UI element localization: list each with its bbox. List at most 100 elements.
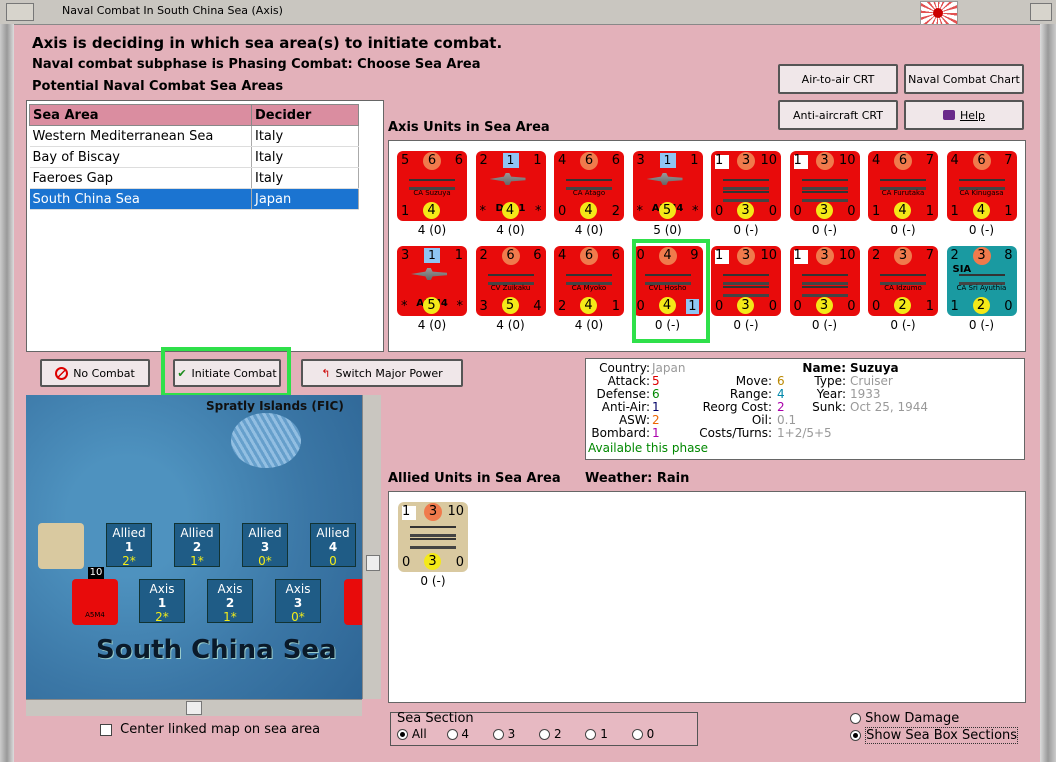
- table-row-selected[interactable]: South China Sea Japan: [29, 188, 359, 210]
- switch-major-power-button[interactable]: ↰ Switch Major Power: [301, 359, 463, 387]
- scroll-thumb[interactable]: [366, 555, 380, 571]
- checkbox[interactable]: [100, 723, 112, 736]
- axis-unit-counter[interactable]: 2 3 7 CA Idzumo 0 2 1: [868, 246, 938, 316]
- unit-caption: 4 (0): [417, 223, 447, 237]
- sea-area-table: Sea Area Decider Western Mediterranean S…: [29, 104, 359, 210]
- sea-area-map[interactable]: Spratly Islands (FIC) Allied 1 2* Allied 2 1…: [26, 395, 362, 699]
- show-boxes-option[interactable]: Show Sea Box Sections: [850, 727, 1019, 744]
- unit-bottom-right: 0: [847, 299, 856, 314]
- initiate-combat-button[interactable]: ✔ Initiate Combat: [173, 359, 281, 387]
- radio-button[interactable]: [631, 729, 643, 740]
- radio-label: All: [411, 727, 427, 741]
- axis-unit-counter[interactable]: 5 6 6 CA Suzuya 1 4: [397, 151, 467, 221]
- radio-all[interactable]: All: [397, 727, 427, 741]
- radio-button[interactable]: [539, 729, 551, 740]
- radio-button[interactable]: [585, 729, 597, 740]
- scroll-thumb[interactable]: [186, 701, 202, 715]
- unit-bottom-left: 0: [793, 299, 802, 314]
- column-header-decider[interactable]: Decider: [251, 104, 359, 126]
- radio-button[interactable]: [446, 729, 458, 740]
- radio-4[interactable]: 4: [446, 727, 469, 741]
- box-number: 2: [192, 540, 202, 554]
- unit-top-right: 7: [1004, 153, 1013, 168]
- ship-silhouette-icon: [410, 526, 456, 537]
- center-map-option[interactable]: Center linked map on sea area: [100, 722, 320, 737]
- box-label: Allied: [180, 526, 214, 540]
- unit-top-left: 2: [872, 248, 881, 263]
- unit-center-value: 1: [659, 153, 676, 168]
- attack-label: Attack:: [607, 374, 650, 388]
- unit-bottom-left: 0: [558, 204, 567, 219]
- unit-caption: 5 (0): [653, 223, 682, 237]
- unit-center-value: 3: [737, 152, 755, 170]
- box-value: 2*: [155, 610, 169, 624]
- map-axis-box-2[interactable]: Axis 2 1*: [207, 579, 253, 624]
- show-damage-option[interactable]: Show Damage: [850, 711, 959, 726]
- box-number: 3: [293, 596, 303, 610]
- window-close-button[interactable]: [1030, 3, 1052, 21]
- unit-bottom-right: 1: [611, 299, 620, 314]
- radio-3[interactable]: 3: [492, 727, 516, 741]
- ship-silhouette-icon: [723, 191, 769, 202]
- unit-bottom-right: *: [535, 204, 542, 219]
- map-horizontal-scrollbar[interactable]: [26, 699, 362, 716]
- help-button[interactable]: Help: [904, 100, 1024, 130]
- sea-section-label: Sea Section: [397, 711, 474, 726]
- checkmark-icon: ✔: [177, 366, 187, 380]
- axis-unit-counter[interactable]: 4 6 6 CA Myoko 2 4 1: [554, 246, 624, 316]
- radio-button[interactable]: [492, 729, 504, 740]
- table-row[interactable]: Faeroes Gap Italy: [29, 167, 359, 189]
- axis-unit-counter[interactable]: 4 6 6 CA Atago 0 4 2: [554, 151, 624, 221]
- map-axis-box-1[interactable]: Axis 1 2*: [139, 579, 185, 624]
- map-axis-box-3[interactable]: Axis 3 0*: [275, 579, 321, 624]
- radio-button[interactable]: [850, 730, 861, 741]
- map-offscreen-counter[interactable]: [344, 579, 362, 625]
- table-row[interactable]: Bay of Biscay Italy: [29, 146, 359, 168]
- no-combat-button[interactable]: No Combat: [40, 359, 150, 387]
- type-label: Type:: [814, 374, 846, 388]
- unit-caption: 4 (0): [417, 318, 447, 332]
- name-label: Name:: [802, 361, 846, 375]
- radio-button[interactable]: [397, 729, 408, 740]
- map-axis-stack[interactable]: A5M4: [72, 579, 118, 625]
- ship-silhouette-icon: [723, 286, 769, 297]
- radio-1[interactable]: 1: [585, 727, 608, 741]
- axis-unit-counter[interactable]: 2 3 8 SIA CA Sri Ayuthia 1 2 0: [946, 246, 1017, 316]
- attack-value: 5: [652, 374, 660, 388]
- anti-aircraft-crt-button[interactable]: Anti-aircraft CRT: [778, 100, 898, 130]
- map-allied-box-4[interactable]: Allied 4 0: [310, 523, 356, 568]
- axis-unit-counter[interactable]: 4 6 7 CA Furutaka 1 4 1: [868, 151, 938, 221]
- axis-unit-counter[interactable]: 1 3 10 0 3 0: [789, 246, 860, 316]
- axis-unit-counter[interactable]: 2 6 6 CV Zuikaku 3 5 4: [475, 246, 546, 316]
- name-value: Suzuya: [850, 361, 899, 375]
- column-header-sea-area[interactable]: Sea Area: [29, 104, 252, 126]
- radio-label: 3: [507, 727, 516, 741]
- axis-unit-counter[interactable]: 4 6 7 CA Kinugasa 1 4 1: [946, 151, 1017, 221]
- system-menu-button[interactable]: [6, 3, 34, 21]
- map-allied-stack[interactable]: [38, 523, 84, 569]
- map-allied-box-3[interactable]: Allied 3 0*: [242, 523, 288, 568]
- sunk-value: Oct 25, 1944: [850, 400, 928, 414]
- allied-unit-counter[interactable]: 1 3 10 0 3 0: [398, 502, 468, 572]
- axis-unit-counter[interactable]: 311A5M4*5*: [397, 246, 467, 316]
- radio-2[interactable]: 2: [539, 727, 562, 741]
- unit-top-left: 4: [872, 153, 881, 168]
- unit-top-right: 1: [533, 153, 542, 168]
- map-allied-box-2[interactable]: Allied 2 1*: [174, 523, 220, 568]
- axis-unit-counter[interactable]: 1 3 10 0 3 0: [711, 151, 781, 221]
- air-to-air-crt-button[interactable]: Air-to-air CRT: [778, 64, 898, 94]
- axis-unit-counter[interactable]: 311A5M4*5*: [632, 151, 703, 221]
- table-row[interactable]: Western Mediterranean Sea Italy: [29, 125, 359, 147]
- radio-0[interactable]: 0: [631, 727, 654, 741]
- map-allied-box-1[interactable]: Allied 1 2*: [106, 523, 152, 568]
- unit-bottom-right: *: [692, 204, 699, 219]
- radio-button[interactable]: [850, 713, 861, 724]
- plane-icon: [646, 173, 683, 185]
- axis-unit-counter[interactable]: 211D3A1*4*: [475, 151, 546, 221]
- subphase-heading: Naval combat subphase is Phasing Combat:…: [32, 57, 481, 72]
- axis-unit-counter[interactable]: 1 3 10 0 3 0: [789, 151, 860, 221]
- map-vertical-scrollbar[interactable]: [362, 395, 381, 699]
- unit-info-panel: Country: Japan Attack: 5 Defense: 6 Anti…: [585, 358, 1025, 460]
- naval-combat-chart-button[interactable]: Naval Combat Chart: [904, 64, 1024, 94]
- axis-unit-counter[interactable]: 1 3 10 0 3 0: [711, 246, 781, 316]
